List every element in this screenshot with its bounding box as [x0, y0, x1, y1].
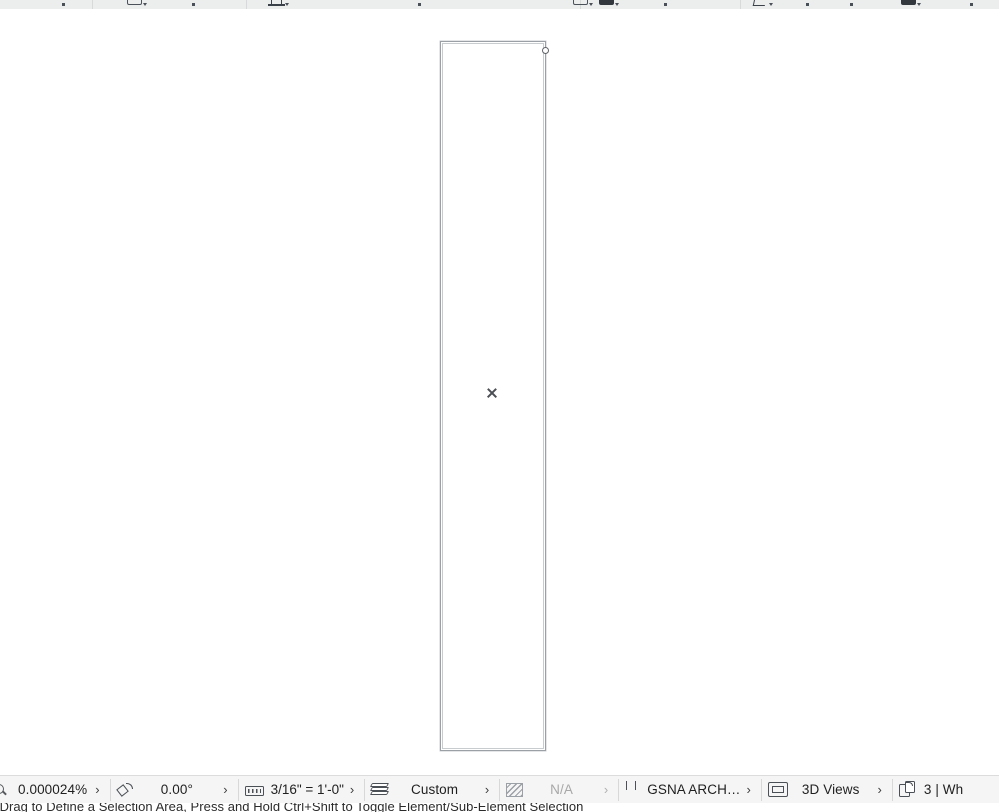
render-tool-button[interactable]: [900, 0, 922, 9]
toolbar-divider: [246, 0, 247, 9]
scale-status-cell[interactable]: 3/16" = 1'-0" ›: [239, 776, 365, 803]
magnifier-icon: [0, 782, 10, 798]
center-point-marker-icon: [486, 387, 498, 399]
viewport-status-cell[interactable]: 3 | Wh: [893, 776, 973, 803]
walkthrough-tool-button[interactable]: [970, 0, 974, 9]
chevron-down-icon[interactable]: [143, 0, 148, 9]
chevron-down-icon[interactable]: [917, 0, 922, 9]
chevron-down-icon[interactable]: [589, 0, 594, 9]
render-tool-icon: [900, 0, 917, 9]
text-tool-icon: [598, 0, 615, 9]
polyline-tool-button[interactable]: [192, 0, 196, 9]
toolbar-group-view: [752, 0, 854, 9]
dimension-tool-icon: [664, 0, 668, 9]
view-chevron-icon[interactable]: ›: [874, 783, 886, 797]
selection-tool-button[interactable]: [62, 0, 66, 9]
dimension-tool-button[interactable]: [664, 0, 668, 9]
class-fill-status-cell[interactable]: N/A ›: [500, 776, 618, 803]
scale-value: 3/16" = 1'-0": [270, 782, 344, 797]
wall-tool-button[interactable]: [268, 0, 290, 9]
zoom-value: 0.000024%: [18, 782, 88, 797]
rotate-icon: [117, 782, 135, 798]
rotation-value: 0.00°: [160, 782, 193, 797]
layer-status-cell[interactable]: Custom ›: [365, 776, 499, 803]
toolbar-group-shape: [126, 0, 196, 9]
layer-value: Custom: [411, 782, 459, 797]
toolbar-group-annotation: [598, 0, 668, 9]
toolbar-group-selection: [62, 0, 66, 9]
story-status-cell[interactable]: GSNA ARCH… ›: [619, 776, 761, 803]
scale-chevron-icon[interactable]: ›: [348, 783, 358, 797]
walkthrough-tool-icon: [970, 0, 974, 9]
toolbar-group-structure: [268, 0, 594, 9]
window-tool-icon: [572, 0, 589, 9]
pan-tool-button[interactable]: [752, 0, 774, 9]
ruler-icon: [244, 783, 264, 797]
hint-bar: Click and Drag to Define a Selection Are…: [0, 803, 999, 812]
story-value: GSNA ARCH…: [647, 782, 741, 797]
pan-tool-icon: [752, 0, 769, 9]
class-fill-value: N/A: [550, 782, 573, 797]
chevron-down-icon[interactable]: [615, 0, 620, 9]
rotation-status-cell[interactable]: 0.00° ›: [111, 776, 238, 803]
application-window: 0.000024% › 0.00° › 3/16" = 1'-0" › Cust…: [0, 0, 999, 812]
hatch-icon: [506, 782, 524, 797]
toolbar-divider: [92, 0, 93, 9]
layer-chevron-icon[interactable]: ›: [481, 783, 493, 797]
toolbar-group-render: [900, 0, 974, 9]
text-tool-button[interactable]: [598, 0, 620, 9]
layers-icon: [370, 782, 390, 797]
window-tool-button[interactable]: [572, 0, 594, 9]
flyover-tool-icon: [850, 0, 854, 9]
drawing-canvas[interactable]: [0, 9, 999, 775]
zoom-status-cell[interactable]: 0.000024% ›: [0, 776, 110, 803]
top-right-resize-handle[interactable]: [542, 47, 549, 54]
rectangle-tool-icon: [126, 0, 143, 9]
status-bar: 0.000024% › 0.00° › 3/16" = 1'-0" › Cust…: [0, 775, 999, 803]
selection-tool-icon: [62, 0, 66, 9]
chevron-down-icon[interactable]: [285, 0, 290, 9]
door-tool-button[interactable]: [418, 0, 422, 9]
door-tool-icon: [418, 0, 422, 9]
pen-icon: [625, 781, 637, 798]
rotation-chevron-icon[interactable]: ›: [219, 783, 231, 797]
class-fill-chevron-icon[interactable]: ›: [600, 783, 612, 797]
view-icon: [767, 782, 788, 797]
zoom-chevron-icon[interactable]: ›: [91, 783, 103, 797]
view-value: 3D Views: [801, 782, 860, 797]
viewport-value: 3 | Wh: [923, 782, 964, 797]
flyover-tool-button[interactable]: [850, 0, 854, 9]
view-status-cell[interactable]: 3D Views ›: [762, 776, 892, 803]
hint-text: Click and Drag to Define a Selection Are…: [0, 803, 584, 812]
zoom-tool-button[interactable]: [806, 0, 810, 9]
zoom-tool-icon: [806, 0, 810, 9]
toolbar-divider: [740, 0, 741, 9]
chevron-down-icon[interactable]: [769, 0, 774, 9]
polyline-tool-icon: [192, 0, 196, 9]
viewport-icon: [898, 781, 916, 798]
story-chevron-icon[interactable]: ›: [745, 783, 755, 797]
wall-tool-icon: [268, 0, 285, 9]
rectangle-tool-button[interactable]: [126, 0, 148, 9]
